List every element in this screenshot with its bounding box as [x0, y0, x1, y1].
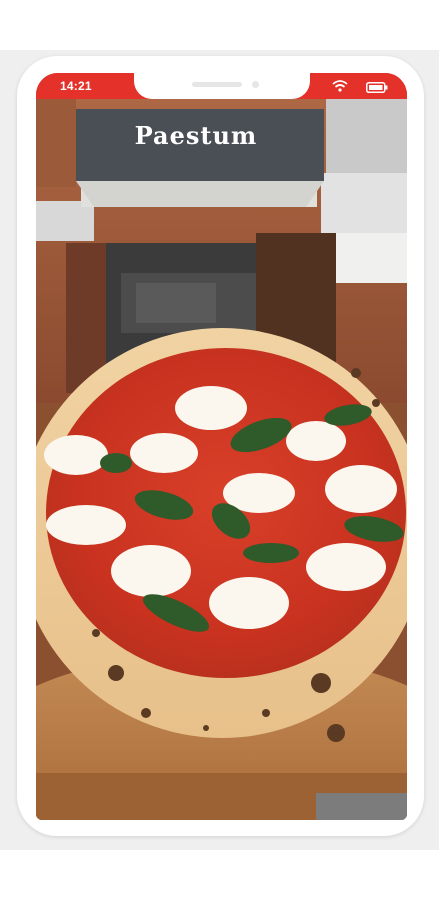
status-bar: 14:21 — [36, 73, 407, 99]
store-sign-text: Paestum — [134, 121, 258, 150]
phone-screen: Paestum 14:21 — [36, 73, 407, 820]
wifi-icon — [332, 80, 348, 92]
speaker-grille — [192, 82, 242, 87]
awning-right — [321, 173, 407, 233]
battery-icon — [366, 82, 388, 93]
front-camera — [252, 81, 259, 88]
phone-notch — [134, 73, 310, 99]
awning-right-lower — [326, 233, 407, 283]
status-time: 14:21 — [60, 79, 92, 93]
pizza-photo — [36, 73, 407, 820]
